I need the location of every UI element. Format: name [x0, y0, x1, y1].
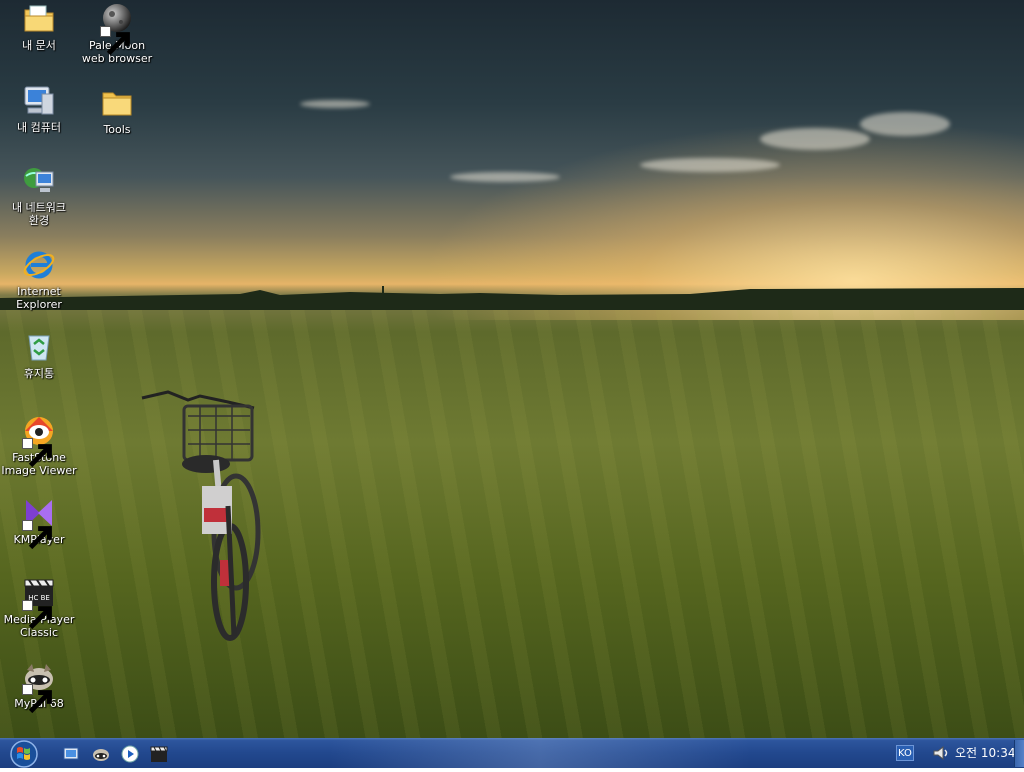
- faststone-icon: [22, 414, 56, 468]
- desktop-icon-label: 내 네트워크 환경: [11, 201, 67, 227]
- recycle-bin-icon: [22, 330, 56, 364]
- computer-icon: [22, 84, 56, 118]
- shortcut-arrow-icon: [22, 600, 52, 630]
- language-indicator[interactable]: KO: [896, 745, 914, 761]
- mypal-icon: [22, 660, 56, 714]
- mypal-icon: [93, 749, 109, 761]
- network-icon: [22, 164, 56, 198]
- volume-icon: [933, 745, 948, 761]
- quicklaunch-media-player[interactable]: [121, 745, 139, 763]
- desktop-icon-pale-moon[interactable]: Pale Moon web browser: [78, 2, 156, 65]
- internet-explorer-icon: [22, 248, 56, 282]
- media-player-classic-icon: [150, 746, 168, 762]
- media-player-icon: [121, 745, 139, 763]
- desktop-icon-label: 휴지통: [23, 367, 55, 380]
- quicklaunch-show-desktop[interactable]: [62, 745, 80, 763]
- desktop-icon-kmplayer[interactable]: KMPlayer: [0, 496, 78, 550]
- desktop-icon-recycle-bin[interactable]: 휴지통: [0, 330, 78, 380]
- desktop-icon-faststone[interactable]: FastStone Image Viewer: [0, 414, 78, 477]
- volume-button[interactable]: [932, 744, 950, 762]
- cloud: [450, 172, 560, 182]
- kmplayer-icon: [22, 496, 56, 550]
- folder-icon: [100, 86, 134, 120]
- taskbar-gloss: [330, 738, 750, 768]
- pale-moon-icon: [100, 2, 134, 56]
- desktop-icon-media-player-classic[interactable]: HC BE Media Player Classic: [0, 576, 78, 639]
- desktop-icon-label: 내 문서: [22, 39, 56, 52]
- desktop-icon-label: Tools: [103, 123, 131, 136]
- treeline: [0, 286, 1024, 310]
- cloud: [760, 128, 870, 150]
- quicklaunch-mypal[interactable]: [92, 745, 110, 763]
- shortcut-arrow-icon: [100, 26, 130, 56]
- windows-start-orb-icon: [10, 740, 38, 768]
- shortcut-arrow-icon: [22, 520, 52, 550]
- show-desktop-button[interactable]: [1014, 740, 1024, 767]
- desktop-icon-network[interactable]: 내 네트워크 환경: [0, 164, 78, 227]
- desktop-icon-label: 내 컴퓨터: [17, 121, 61, 134]
- cloud: [640, 158, 780, 172]
- bicycle: [141, 390, 261, 641]
- desktop-icon-my-documents[interactable]: 내 문서: [0, 2, 78, 52]
- desktop-icon-label: Internet Explorer: [16, 285, 62, 311]
- cloud: [860, 112, 950, 136]
- desktop-icon-tools[interactable]: Tools: [78, 86, 156, 136]
- show-desktop-icon: [63, 747, 79, 760]
- desktop-icon-internet-explorer[interactable]: Internet Explorer: [0, 248, 78, 311]
- quicklaunch-media-player-classic[interactable]: [150, 745, 168, 763]
- media-player-classic-icon: HC BE: [22, 576, 56, 630]
- start-button[interactable]: [8, 740, 40, 768]
- shortcut-arrow-icon: [22, 438, 52, 468]
- shortcut-arrow-icon: [22, 684, 52, 714]
- desktop-icon-my-computer[interactable]: 내 컴퓨터: [0, 84, 78, 134]
- folder-documents-icon: [22, 2, 56, 36]
- desktop-icon-mypal[interactable]: MyPal 68: [0, 660, 78, 714]
- taskbar-clock[interactable]: 오전 10:34: [955, 745, 1015, 761]
- cloud: [300, 100, 370, 108]
